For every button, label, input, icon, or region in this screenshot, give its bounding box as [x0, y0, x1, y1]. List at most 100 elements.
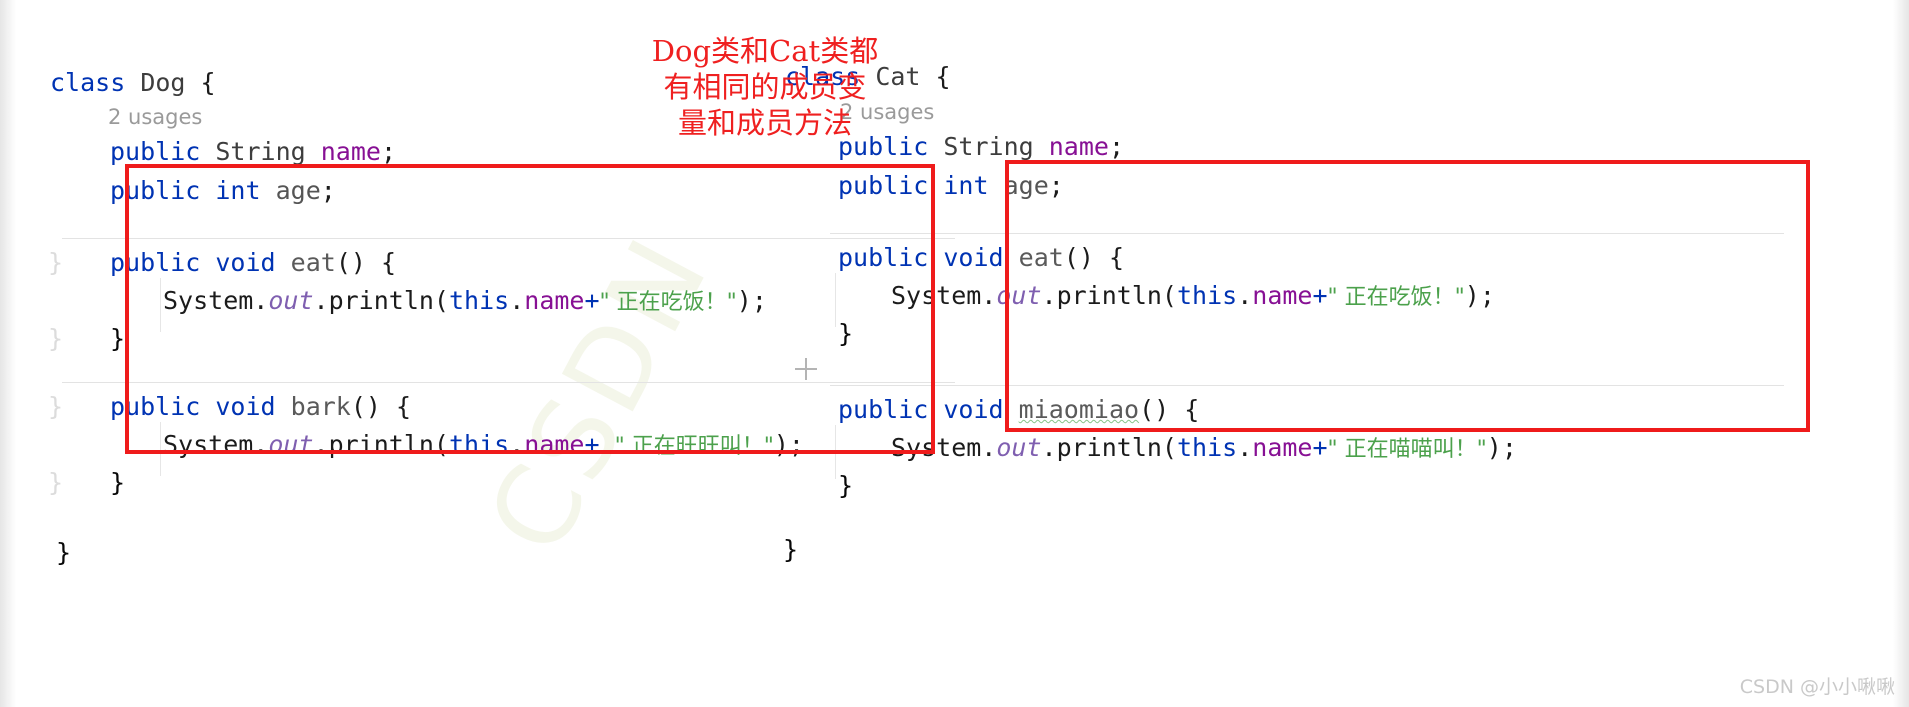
this-keyword: this — [1176, 433, 1238, 462]
method-signature-tail: () { — [335, 248, 397, 277]
fold-ghost-brace: } — [48, 468, 64, 497]
string-literal: " 正在吃饭！" — [599, 290, 737, 315]
semicolon: ; — [1048, 171, 1064, 200]
indent-guide — [835, 425, 836, 479]
println-call: .println( — [313, 286, 449, 315]
method-signature-tail: () { — [1139, 395, 1200, 424]
field-type: String — [943, 132, 1034, 161]
semicolon: ; — [320, 176, 336, 205]
field-ref-name: name — [1252, 433, 1313, 462]
static-field-out: out — [996, 281, 1042, 310]
fold-ghost-brace: } — [48, 324, 64, 353]
println-call: .println( — [313, 430, 449, 459]
class-name-dog: Dog — [140, 68, 186, 97]
open-brace: { — [200, 68, 216, 97]
string-literal: " 正在吃饭！" — [1327, 285, 1465, 310]
method-name-eat: eat — [290, 248, 336, 277]
field-identifier: name — [1048, 132, 1109, 161]
modifier-public: public — [838, 395, 929, 424]
return-type-void: void — [943, 395, 1004, 424]
concat-plus: + — [1312, 433, 1328, 462]
string-literal: " 正在旺旺叫！" — [614, 434, 774, 459]
statement-tail: ); — [736, 286, 767, 315]
field-age-dog: public int age; — [110, 176, 336, 206]
dot: . — [509, 286, 525, 315]
modifier-public: public — [838, 243, 929, 272]
system-call: System. — [891, 281, 997, 310]
method-eat-signature-cat: public void eat() { — [838, 243, 1124, 273]
method-eat-close-dog: } — [110, 324, 126, 353]
static-field-out: out — [996, 433, 1042, 462]
class-close-dog: } — [56, 538, 72, 567]
class-declaration-dog: class Dog { — [50, 68, 216, 98]
dot: . — [1237, 281, 1253, 310]
statement-tail: ); — [773, 430, 804, 459]
method-bark-close-dog: } — [110, 468, 126, 497]
method-bark-signature-dog: public void bark() { — [110, 392, 411, 422]
field-type: String — [215, 137, 306, 166]
modifier-public: public — [110, 392, 201, 421]
editor-pane-cat[interactable]: class Cat { 2 usages public String name;… — [783, 0, 1909, 707]
static-field-out: out — [268, 286, 314, 315]
indent-guide — [160, 422, 161, 476]
println-call: .println( — [1041, 281, 1177, 310]
member-separator — [62, 238, 955, 239]
field-identifier: name — [320, 137, 381, 166]
system-call: System. — [891, 433, 997, 462]
method-eat-body-cat: System.out.println(this.name+" 正在吃饭！"); — [891, 281, 1495, 313]
open-brace: { — [935, 62, 951, 91]
field-ref-name: name — [524, 430, 585, 459]
member-separator — [830, 233, 1784, 234]
field-ref-name: name — [524, 286, 585, 315]
dot: . — [1237, 433, 1253, 462]
static-field-out: out — [268, 430, 314, 459]
fold-ghost-brace: } — [48, 248, 64, 277]
fold-ghost-brace: } — [48, 392, 64, 421]
method-name-bark: bark — [290, 392, 351, 421]
method-eat-signature-dog: public void eat() { — [110, 248, 396, 278]
string-literal: " 正在喵喵叫！" — [1327, 437, 1487, 462]
method-name-eat: eat — [1018, 243, 1064, 272]
return-type-void: void — [943, 243, 1004, 272]
member-separator — [62, 382, 955, 383]
modifier-public: public — [838, 171, 929, 200]
indent-guide — [160, 278, 161, 332]
system-call: System. — [163, 430, 269, 459]
concat-plus: + — [1312, 281, 1328, 310]
field-type: int — [943, 171, 989, 200]
this-keyword: this — [448, 430, 510, 459]
usages-hint-dog[interactable]: 2 usages — [108, 105, 202, 129]
add-gutter-icon[interactable] — [795, 358, 817, 380]
method-miaomiao-close-cat: } — [838, 471, 854, 500]
concat-plus: + — [584, 430, 615, 459]
field-age-cat: public int age; — [838, 171, 1064, 201]
dot: . — [509, 430, 525, 459]
method-miaomiao-body-cat: System.out.println(this.name+" 正在喵喵叫！"); — [891, 433, 1517, 465]
modifier-public: public — [110, 176, 201, 205]
modifier-public: public — [110, 137, 201, 166]
method-signature-tail: () { — [1063, 243, 1125, 272]
semicolon: ; — [380, 137, 397, 166]
statement-tail: ); — [1464, 281, 1495, 310]
return-type-void: void — [215, 392, 276, 421]
this-keyword: this — [1176, 281, 1238, 310]
println-call: .println( — [1041, 433, 1177, 462]
indent-guide — [835, 273, 836, 327]
